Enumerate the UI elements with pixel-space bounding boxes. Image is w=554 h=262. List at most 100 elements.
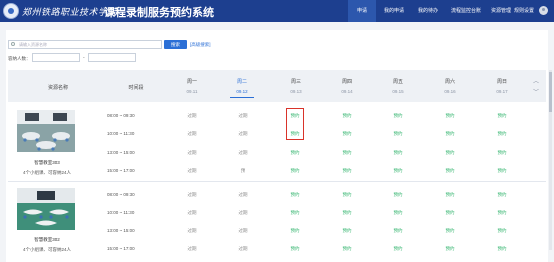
slot-cell: 过期 xyxy=(187,192,197,197)
day-name[interactable]: 周一 xyxy=(172,78,212,85)
reserve-link[interactable]: 预约 xyxy=(435,168,465,174)
reserve-link[interactable]: 预约 xyxy=(487,246,517,252)
reserve-link[interactable]: 预约 xyxy=(280,246,310,252)
slot-cell: 过期 xyxy=(238,210,248,215)
capacity-min-input[interactable] xyxy=(32,53,80,62)
search-button[interactable]: 搜索 xyxy=(164,40,187,49)
reserve-link[interactable]: 预约 xyxy=(487,192,517,198)
reserve-link[interactable]: 预约 xyxy=(383,228,413,234)
day-name[interactable]: 周五 xyxy=(378,78,418,85)
top-bar: 郑州铁路职业技术学院 课程录制服务预约系统 申请 我的申请 我的待办 流程监控台… xyxy=(0,0,554,22)
capacity-dash: - xyxy=(83,55,85,61)
room-name[interactable]: 智慧教室303 xyxy=(2,160,92,166)
reserve-link[interactable]: 预约 xyxy=(280,192,310,198)
day-name[interactable]: 周二 xyxy=(222,78,262,85)
reserve-link[interactable]: 预约 xyxy=(487,131,517,137)
room-name[interactable]: 智慧教室302 xyxy=(2,237,92,243)
day-date: 09.13 xyxy=(290,89,302,94)
reserve-link[interactable]: 预约 xyxy=(332,228,362,234)
reserve-link[interactable]: 预约 xyxy=(332,131,362,137)
reserve-link[interactable]: 预约 xyxy=(280,210,310,216)
day-name[interactable]: 周四 xyxy=(327,78,367,85)
reserve-link[interactable]: 预约 xyxy=(332,246,362,252)
day-date: 09.14 xyxy=(341,89,353,94)
room-description: 4个小组课、可容纳24人 xyxy=(22,170,71,175)
nav-my-todo[interactable]: 我的待办 xyxy=(412,0,444,22)
reserve-link[interactable]: 预约 xyxy=(383,246,413,252)
reserve-link[interactable]: 预约 xyxy=(280,168,310,174)
capacity-max-input[interactable] xyxy=(88,53,136,62)
reserve-link[interactable]: 预约 xyxy=(435,131,465,137)
advanced-search-link[interactable]: [高级搜索] xyxy=(190,42,211,48)
scrollbar-thumb[interactable] xyxy=(549,72,552,112)
reserve-link[interactable]: 预约 xyxy=(332,192,362,198)
room-description: 4个小组课、可容纳24人 xyxy=(22,247,71,252)
day-name[interactable]: 周六 xyxy=(430,78,470,85)
classroom-photo-icon xyxy=(17,110,75,152)
nav-rule-settings[interactable]: 规则设置 xyxy=(510,0,538,22)
slot-cell: 过期 xyxy=(238,246,248,251)
day-date: 09.11 xyxy=(186,89,198,94)
nav-my-applications[interactable]: 我的申请 xyxy=(378,0,410,22)
reserve-link[interactable]: 预约 xyxy=(383,192,413,198)
reserve-link[interactable]: 预约 xyxy=(435,246,465,252)
reserve-link[interactable]: 预约 xyxy=(332,210,362,216)
reserve-link[interactable]: 预约 xyxy=(435,228,465,234)
nav-apply[interactable]: 申请 xyxy=(348,0,376,22)
room-divider xyxy=(8,181,546,182)
reserve-link[interactable]: 预约 xyxy=(280,228,310,234)
reserve-link[interactable]: 预约 xyxy=(383,168,413,174)
slot-cell: 过期 xyxy=(187,228,197,233)
nav-process-monitor[interactable]: 流程监控台账 xyxy=(446,0,486,22)
scroll-up-icon[interactable]: ︿ xyxy=(533,76,539,85)
day-date: 09.16 xyxy=(444,89,456,94)
reserve-link[interactable]: 预约 xyxy=(280,150,310,156)
reserve-link[interactable]: 预约 xyxy=(383,113,413,119)
highlight-box xyxy=(286,108,304,140)
school-name: 郑州铁路职业技术学院 xyxy=(22,8,118,18)
reserve-link[interactable]: 预约 xyxy=(487,228,517,234)
reserve-link[interactable]: 预约 xyxy=(332,168,362,174)
day-date: 09.17 xyxy=(496,89,508,94)
slot-cell: 过期 xyxy=(187,210,197,215)
slot-cell: 过期 xyxy=(187,246,197,251)
reserve-link[interactable]: 预约 xyxy=(383,131,413,137)
table-header xyxy=(8,70,546,102)
reserve-link[interactable]: 预约 xyxy=(332,113,362,119)
reserve-link[interactable]: 预约 xyxy=(487,210,517,216)
time-slot: 10:00 ~ 11:30 xyxy=(107,210,135,215)
room-photo[interactable] xyxy=(17,188,75,230)
slot-cell: 预 xyxy=(240,168,246,173)
reserve-link[interactable]: 预约 xyxy=(487,150,517,156)
capacity-label: 容纳人数： xyxy=(8,56,31,61)
time-slot: 13:00 ~ 15:00 xyxy=(107,150,135,155)
slot-cell: 过期 xyxy=(238,228,248,233)
reserve-link[interactable]: 预约 xyxy=(332,150,362,156)
day-name[interactable]: 周日 xyxy=(482,78,522,85)
time-slot: 08:00 ~ 09:30 xyxy=(107,113,135,118)
reserve-link[interactable]: 预约 xyxy=(487,113,517,119)
reserve-link[interactable]: 预约 xyxy=(435,113,465,119)
scroll-down-icon[interactable]: ﹀ xyxy=(533,87,539,96)
day-name[interactable]: 周三 xyxy=(276,78,316,85)
slot-cell: 过期 xyxy=(238,131,248,136)
reserve-link[interactable]: 预约 xyxy=(487,168,517,174)
slot-cell: 过期 xyxy=(238,113,248,118)
selected-day-indicator xyxy=(230,97,254,98)
school-logo-icon xyxy=(3,3,19,19)
day-date: 09.12 xyxy=(236,89,248,94)
reserve-link[interactable]: 预约 xyxy=(383,150,413,156)
time-slot: 10:00 ~ 11:30 xyxy=(107,131,135,136)
reserve-link[interactable]: 预约 xyxy=(435,150,465,156)
day-date: 09.15 xyxy=(392,89,404,94)
reserve-link[interactable]: 预约 xyxy=(435,192,465,198)
user-avatar-icon[interactable] xyxy=(539,6,548,15)
col-time-slot: 时间段 xyxy=(128,85,144,91)
reserve-link[interactable]: 预约 xyxy=(383,210,413,216)
app-title: 课程录制服务预约系统 xyxy=(104,7,214,19)
time-slot: 15:00 ~ 17:00 xyxy=(107,168,135,173)
reserve-link[interactable]: 预约 xyxy=(435,210,465,216)
room-photo[interactable] xyxy=(17,110,75,152)
main-panel xyxy=(6,30,548,262)
search-input[interactable]: 请输入资源名称 xyxy=(8,40,162,49)
